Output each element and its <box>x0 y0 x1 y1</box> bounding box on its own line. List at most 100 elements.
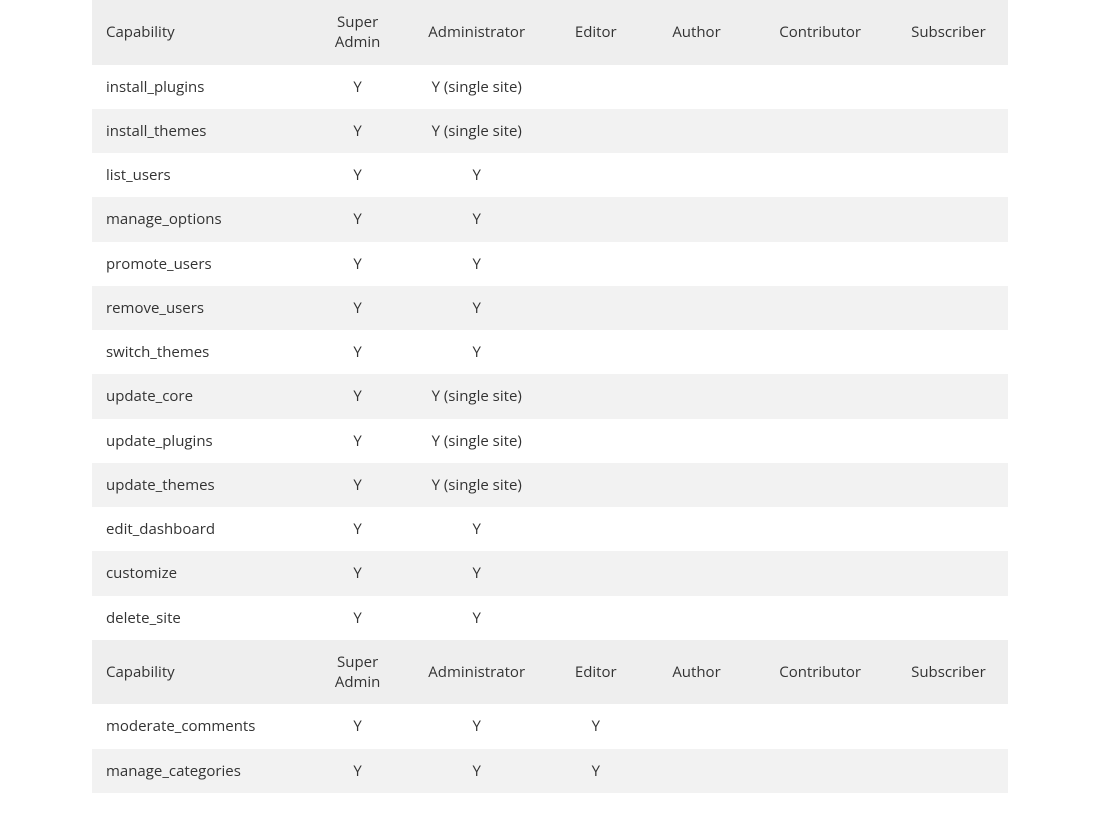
col-administrator: Administrator <box>403 0 550 65</box>
author-cell <box>642 374 752 418</box>
subscriber-cell <box>889 419 1008 463</box>
administrator-cell: Y <box>403 749 550 793</box>
super-admin-cell: Y <box>312 153 404 197</box>
capability-cell: update_core <box>92 374 312 418</box>
capability-cell: delete_site <box>92 596 312 640</box>
col-contributor: Contributor <box>751 640 888 705</box>
author-cell <box>642 330 752 374</box>
capabilities-table: Capability Super Admin Administrator Edi… <box>92 0 1008 793</box>
contributor-cell <box>751 551 888 595</box>
editor-cell <box>550 330 642 374</box>
subscriber-cell <box>889 551 1008 595</box>
table-row: customizeYY <box>92 551 1008 595</box>
table-row: switch_themesYY <box>92 330 1008 374</box>
contributor-cell <box>751 463 888 507</box>
administrator-cell: Y <box>403 242 550 286</box>
administrator-cell: Y (single site) <box>403 419 550 463</box>
super-admin-cell: Y <box>312 242 404 286</box>
table-row: list_usersYY <box>92 153 1008 197</box>
contributor-cell <box>751 286 888 330</box>
table-row: install_themesYY (single site) <box>92 109 1008 153</box>
subscriber-cell <box>889 374 1008 418</box>
subscriber-cell <box>889 749 1008 793</box>
author-cell <box>642 286 752 330</box>
author-cell <box>642 704 752 748</box>
capability-cell: remove_users <box>92 286 312 330</box>
subscriber-cell <box>889 109 1008 153</box>
editor-cell <box>550 374 642 418</box>
administrator-cell: Y <box>403 286 550 330</box>
administrator-cell: Y (single site) <box>403 463 550 507</box>
subscriber-cell <box>889 330 1008 374</box>
contributor-cell <box>751 109 888 153</box>
capability-cell: manage_options <box>92 197 312 241</box>
administrator-cell: Y <box>403 507 550 551</box>
administrator-cell: Y (single site) <box>403 65 550 109</box>
capability-cell: moderate_comments <box>92 704 312 748</box>
editor-cell <box>550 463 642 507</box>
capability-cell: manage_categories <box>92 749 312 793</box>
table-row: update_coreYY (single site) <box>92 374 1008 418</box>
contributor-cell <box>751 507 888 551</box>
contributor-cell <box>751 374 888 418</box>
table-row: edit_dashboardYY <box>92 507 1008 551</box>
subscriber-cell <box>889 596 1008 640</box>
administrator-cell: Y (single site) <box>403 109 550 153</box>
contributor-cell <box>751 330 888 374</box>
administrator-cell: Y <box>403 551 550 595</box>
editor-cell <box>550 419 642 463</box>
col-administrator: Administrator <box>403 640 550 705</box>
super-admin-cell: Y <box>312 551 404 595</box>
contributor-cell <box>751 65 888 109</box>
administrator-cell: Y <box>403 330 550 374</box>
capability-cell: install_themes <box>92 109 312 153</box>
subscriber-cell <box>889 463 1008 507</box>
col-subscriber: Subscriber <box>889 0 1008 65</box>
capability-cell: customize <box>92 551 312 595</box>
author-cell <box>642 242 752 286</box>
super-admin-cell: Y <box>312 463 404 507</box>
subscriber-cell <box>889 242 1008 286</box>
table-row: moderate_commentsYYY <box>92 704 1008 748</box>
super-admin-cell: Y <box>312 65 404 109</box>
col-capability: Capability <box>92 640 312 705</box>
col-author: Author <box>642 0 752 65</box>
super-admin-cell: Y <box>312 507 404 551</box>
col-super-admin: Super Admin <box>312 640 404 705</box>
super-admin-cell: Y <box>312 197 404 241</box>
administrator-cell: Y <box>403 197 550 241</box>
contributor-cell <box>751 197 888 241</box>
header-row: Capability Super Admin Administrator Edi… <box>92 0 1008 65</box>
author-cell <box>642 463 752 507</box>
editor-cell <box>550 286 642 330</box>
subscriber-cell <box>889 286 1008 330</box>
capability-cell: list_users <box>92 153 312 197</box>
super-admin-cell: Y <box>312 419 404 463</box>
subscriber-cell <box>889 65 1008 109</box>
author-cell <box>642 507 752 551</box>
super-admin-cell: Y <box>312 749 404 793</box>
author-cell <box>642 65 752 109</box>
table-row: manage_categoriesYYY <box>92 749 1008 793</box>
capability-cell: switch_themes <box>92 330 312 374</box>
table-row: update_themesYY (single site) <box>92 463 1008 507</box>
table-row: promote_usersYY <box>92 242 1008 286</box>
super-admin-cell: Y <box>312 704 404 748</box>
header-row: Capability Super Admin Administrator Edi… <box>92 640 1008 705</box>
author-cell <box>642 596 752 640</box>
super-admin-cell: Y <box>312 374 404 418</box>
editor-cell <box>550 153 642 197</box>
editor-cell <box>550 507 642 551</box>
table-row: delete_siteYY <box>92 596 1008 640</box>
editor-cell: Y <box>550 749 642 793</box>
contributor-cell <box>751 704 888 748</box>
contributor-cell <box>751 596 888 640</box>
super-admin-cell: Y <box>312 330 404 374</box>
author-cell <box>642 109 752 153</box>
col-contributor: Contributor <box>751 0 888 65</box>
editor-cell <box>550 65 642 109</box>
author-cell <box>642 551 752 595</box>
editor-cell <box>550 242 642 286</box>
capability-cell: update_themes <box>92 463 312 507</box>
col-author: Author <box>642 640 752 705</box>
